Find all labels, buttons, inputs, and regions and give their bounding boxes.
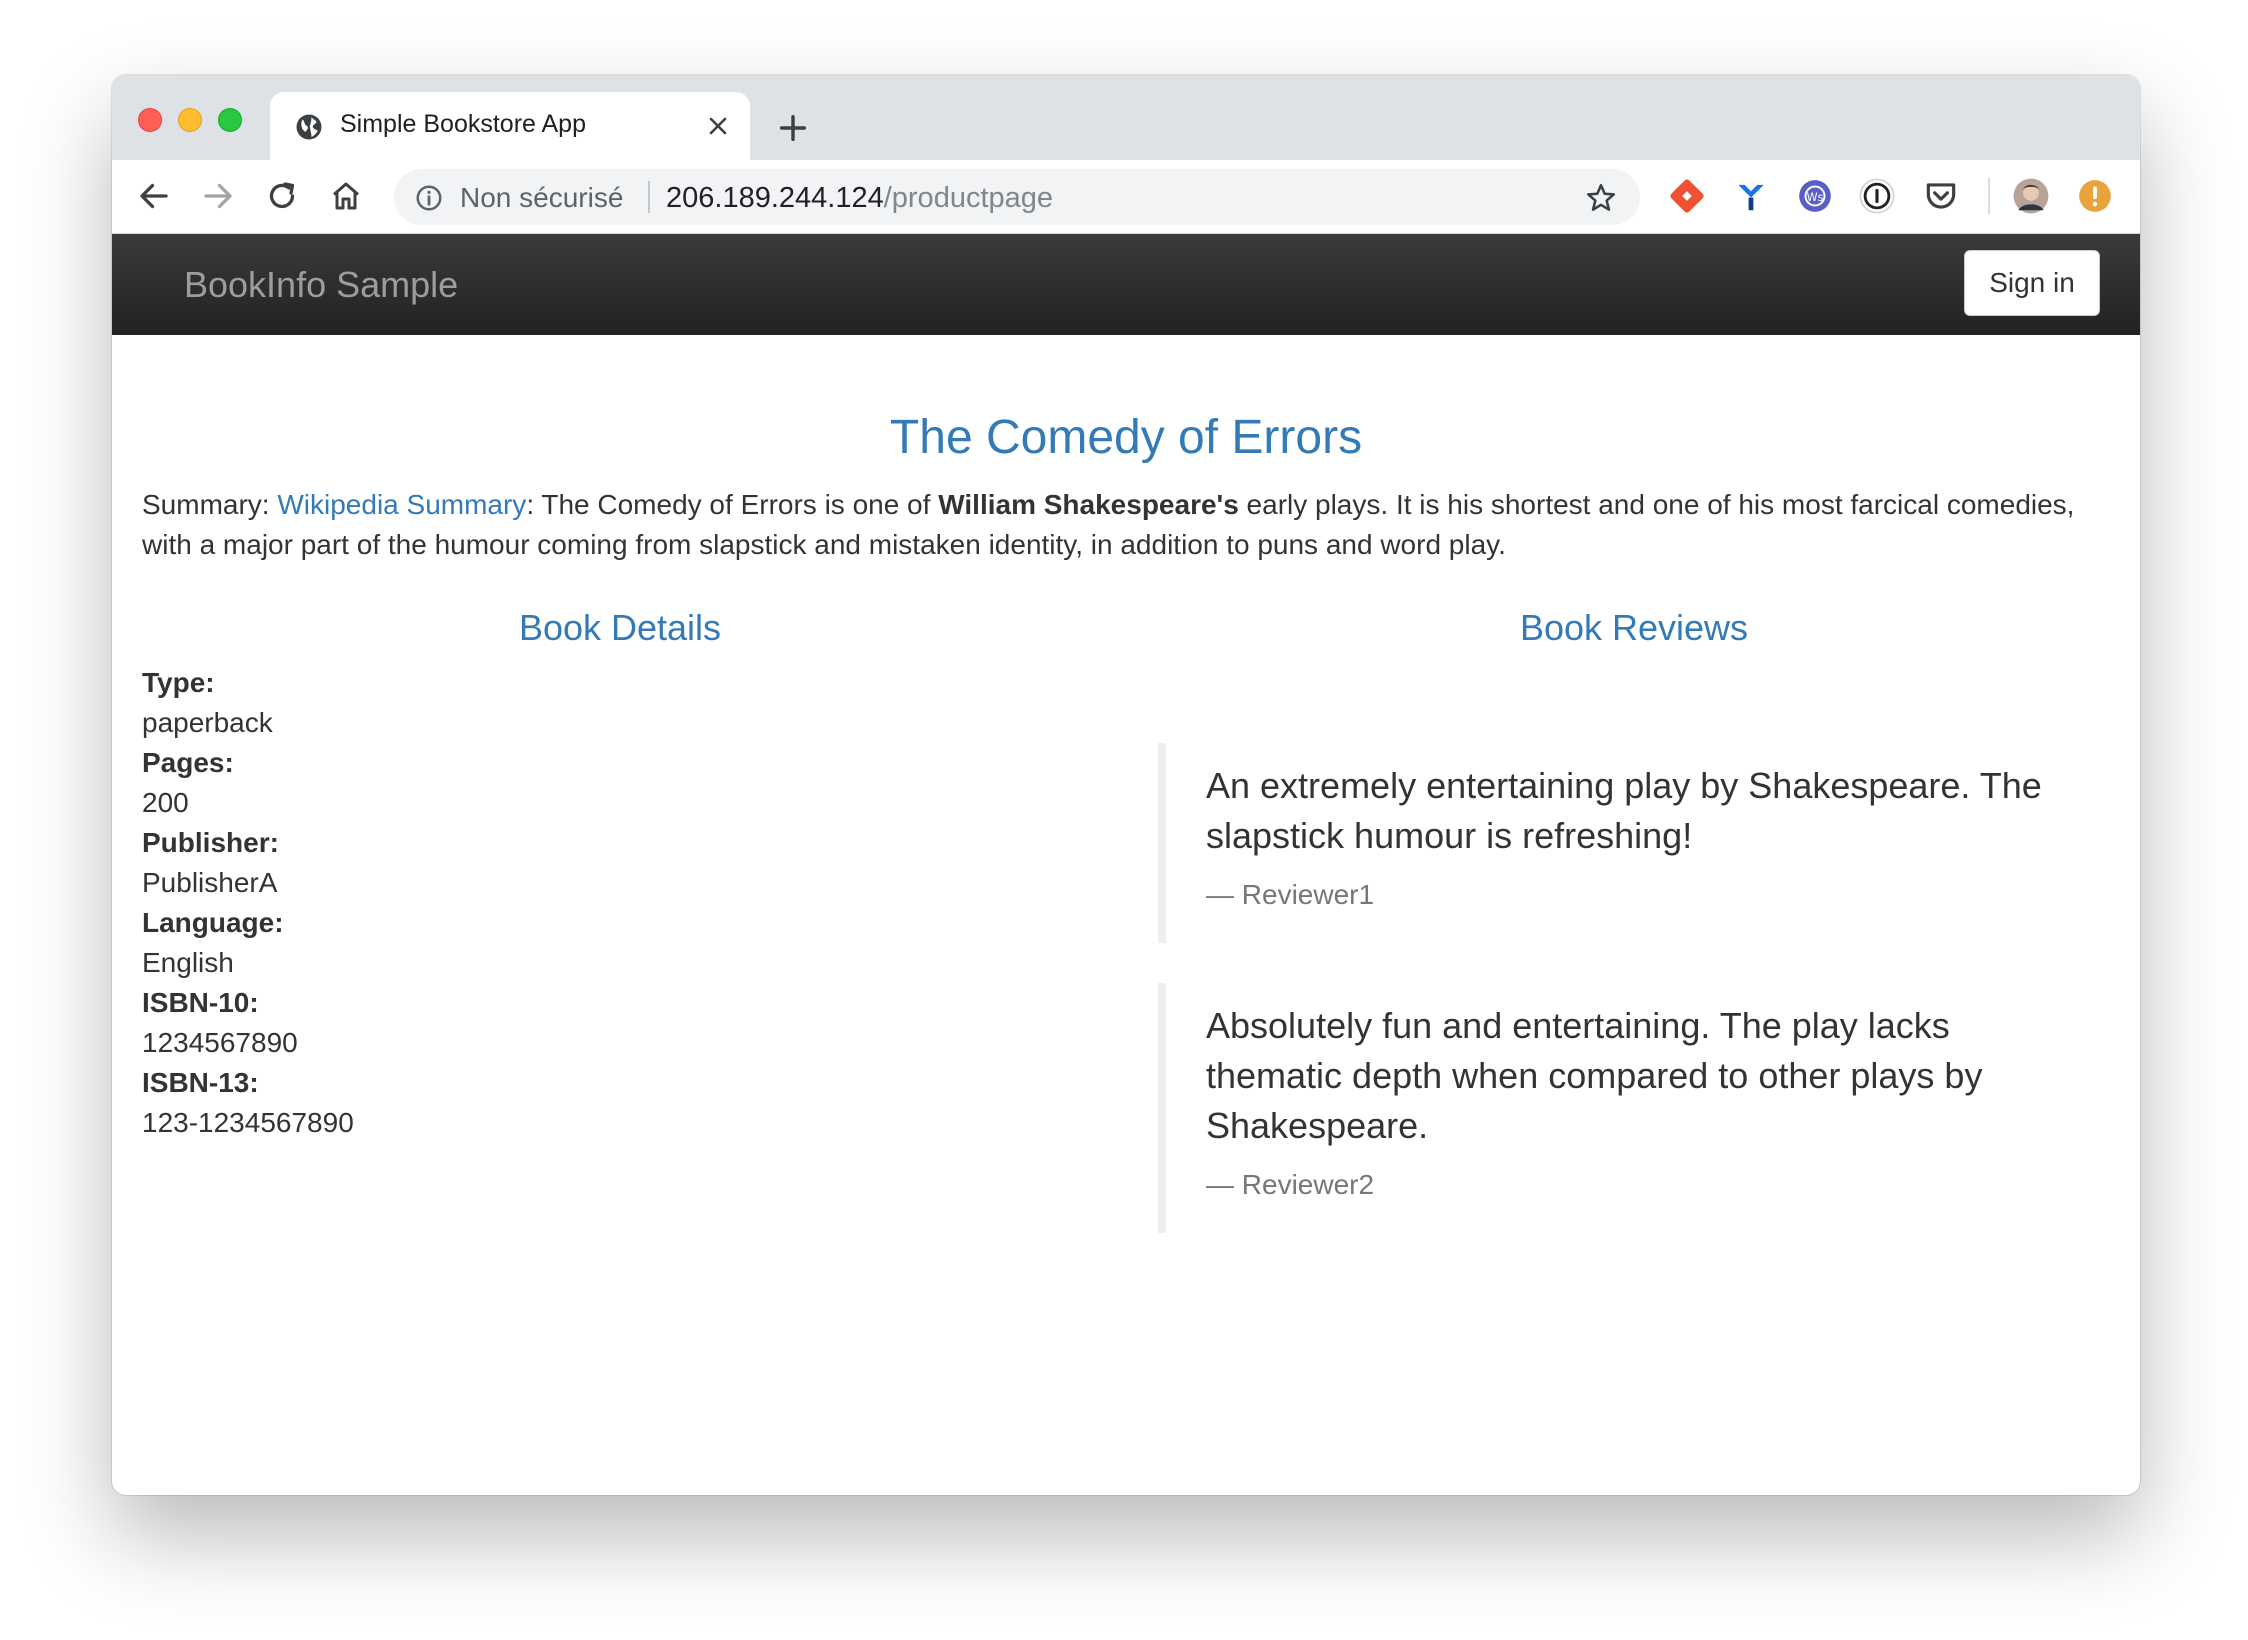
tab-title: Simple Bookstore App: [340, 110, 586, 138]
url-host: 206.189.244.124: [666, 182, 884, 214]
close-window-button[interactable]: [138, 108, 162, 132]
git-extension-icon[interactable]: [1668, 177, 1706, 215]
security-status: Non sécurisé: [460, 182, 624, 213]
password-manager-icon[interactable]: [1858, 177, 1896, 215]
book-details-heading: Book Details: [518, 607, 722, 648]
review-item: An extremely entertaining play by Shakes…: [1158, 743, 2058, 943]
url-path: /productpage: [883, 182, 1054, 214]
close-icon[interactable]: [704, 112, 732, 140]
star-icon[interactable]: [1584, 181, 1618, 215]
url-text: 206.189.244.124/productpage: [666, 182, 1053, 215]
extension-divider: [1988, 178, 1990, 214]
sign-in-button[interactable]: Sign in: [1964, 250, 2100, 316]
review-text: Absolutely fun and entertaining. The pla…: [1206, 1005, 1983, 1146]
app-navbar: BookInfo Sample Sign in: [112, 234, 2140, 335]
plus-icon[interactable]: [776, 111, 810, 145]
wikipedia-summary-link[interactable]: Wikipedia Summary: [277, 489, 526, 520]
book-details: Type: paperback Pages: 200 Publisher: Pu…: [142, 663, 354, 1143]
detail-label: Type:: [142, 667, 215, 698]
pocket-icon[interactable]: [1922, 177, 1960, 215]
browser-window: Simple Bookstore App Non sécurisé 206.18…: [112, 75, 2140, 1495]
minimize-window-button[interactable]: [178, 108, 202, 132]
book-summary: Summary: Wikipedia Summary: The Comedy o…: [142, 485, 2102, 565]
detail-value: PublisherA: [142, 867, 278, 898]
detail-value: 123-1234567890: [142, 1107, 354, 1138]
summary-author: William Shakespeare's: [938, 489, 1239, 520]
detail-value: paperback: [142, 707, 273, 738]
book-reviews-heading: Book Reviews: [1519, 607, 1749, 648]
review-text: An extremely entertaining play by Shakes…: [1206, 765, 2042, 856]
summary-text-1: : The Comedy of Errors is one of: [526, 489, 939, 520]
detail-label: Language:: [142, 907, 284, 938]
home-icon[interactable]: [328, 178, 364, 214]
review-author: — Reviewer2: [1206, 1169, 1375, 1200]
address-bar[interactable]: Non sécurisé 206.189.244.124/productpage: [394, 169, 1640, 225]
svg-text:Ws: Ws: [1807, 191, 1824, 204]
detail-value: 200: [142, 787, 189, 818]
alert-icon[interactable]: [2076, 177, 2114, 215]
back-icon[interactable]: [136, 178, 172, 214]
page-title: The Comedy of Errors: [889, 411, 1363, 464]
review-item: Absolutely fun and entertaining. The pla…: [1158, 983, 2058, 1233]
detail-label: ISBN-10:: [142, 987, 259, 1018]
omnibox-divider: [648, 181, 650, 213]
zoom-window-button[interactable]: [218, 108, 242, 132]
detail-label: Pages:: [142, 747, 234, 778]
browser-toolbar: Non sécurisé 206.189.244.124/productpage…: [112, 160, 2140, 234]
info-icon[interactable]: [414, 183, 444, 213]
detail-label: ISBN-13:: [142, 1067, 259, 1098]
tab-strip: Simple Bookstore App: [112, 75, 2140, 160]
detail-label: Publisher:: [142, 827, 279, 858]
vpn-extension-icon[interactable]: [1732, 177, 1770, 215]
detail-value: English: [142, 947, 234, 978]
detail-value: 1234567890: [142, 1027, 298, 1058]
tab-active[interactable]: Simple Bookstore App: [270, 92, 750, 160]
reload-icon[interactable]: [264, 178, 300, 214]
forward-icon[interactable]: [200, 178, 236, 214]
review-author: — Reviewer1: [1206, 879, 1375, 910]
avatar[interactable]: [2012, 177, 2050, 215]
navbar-brand[interactable]: BookInfo Sample: [184, 264, 458, 306]
globe-icon: [296, 114, 322, 140]
ws-extension-icon[interactable]: Ws: [1796, 177, 1834, 215]
summary-label: Summary:: [142, 489, 278, 520]
